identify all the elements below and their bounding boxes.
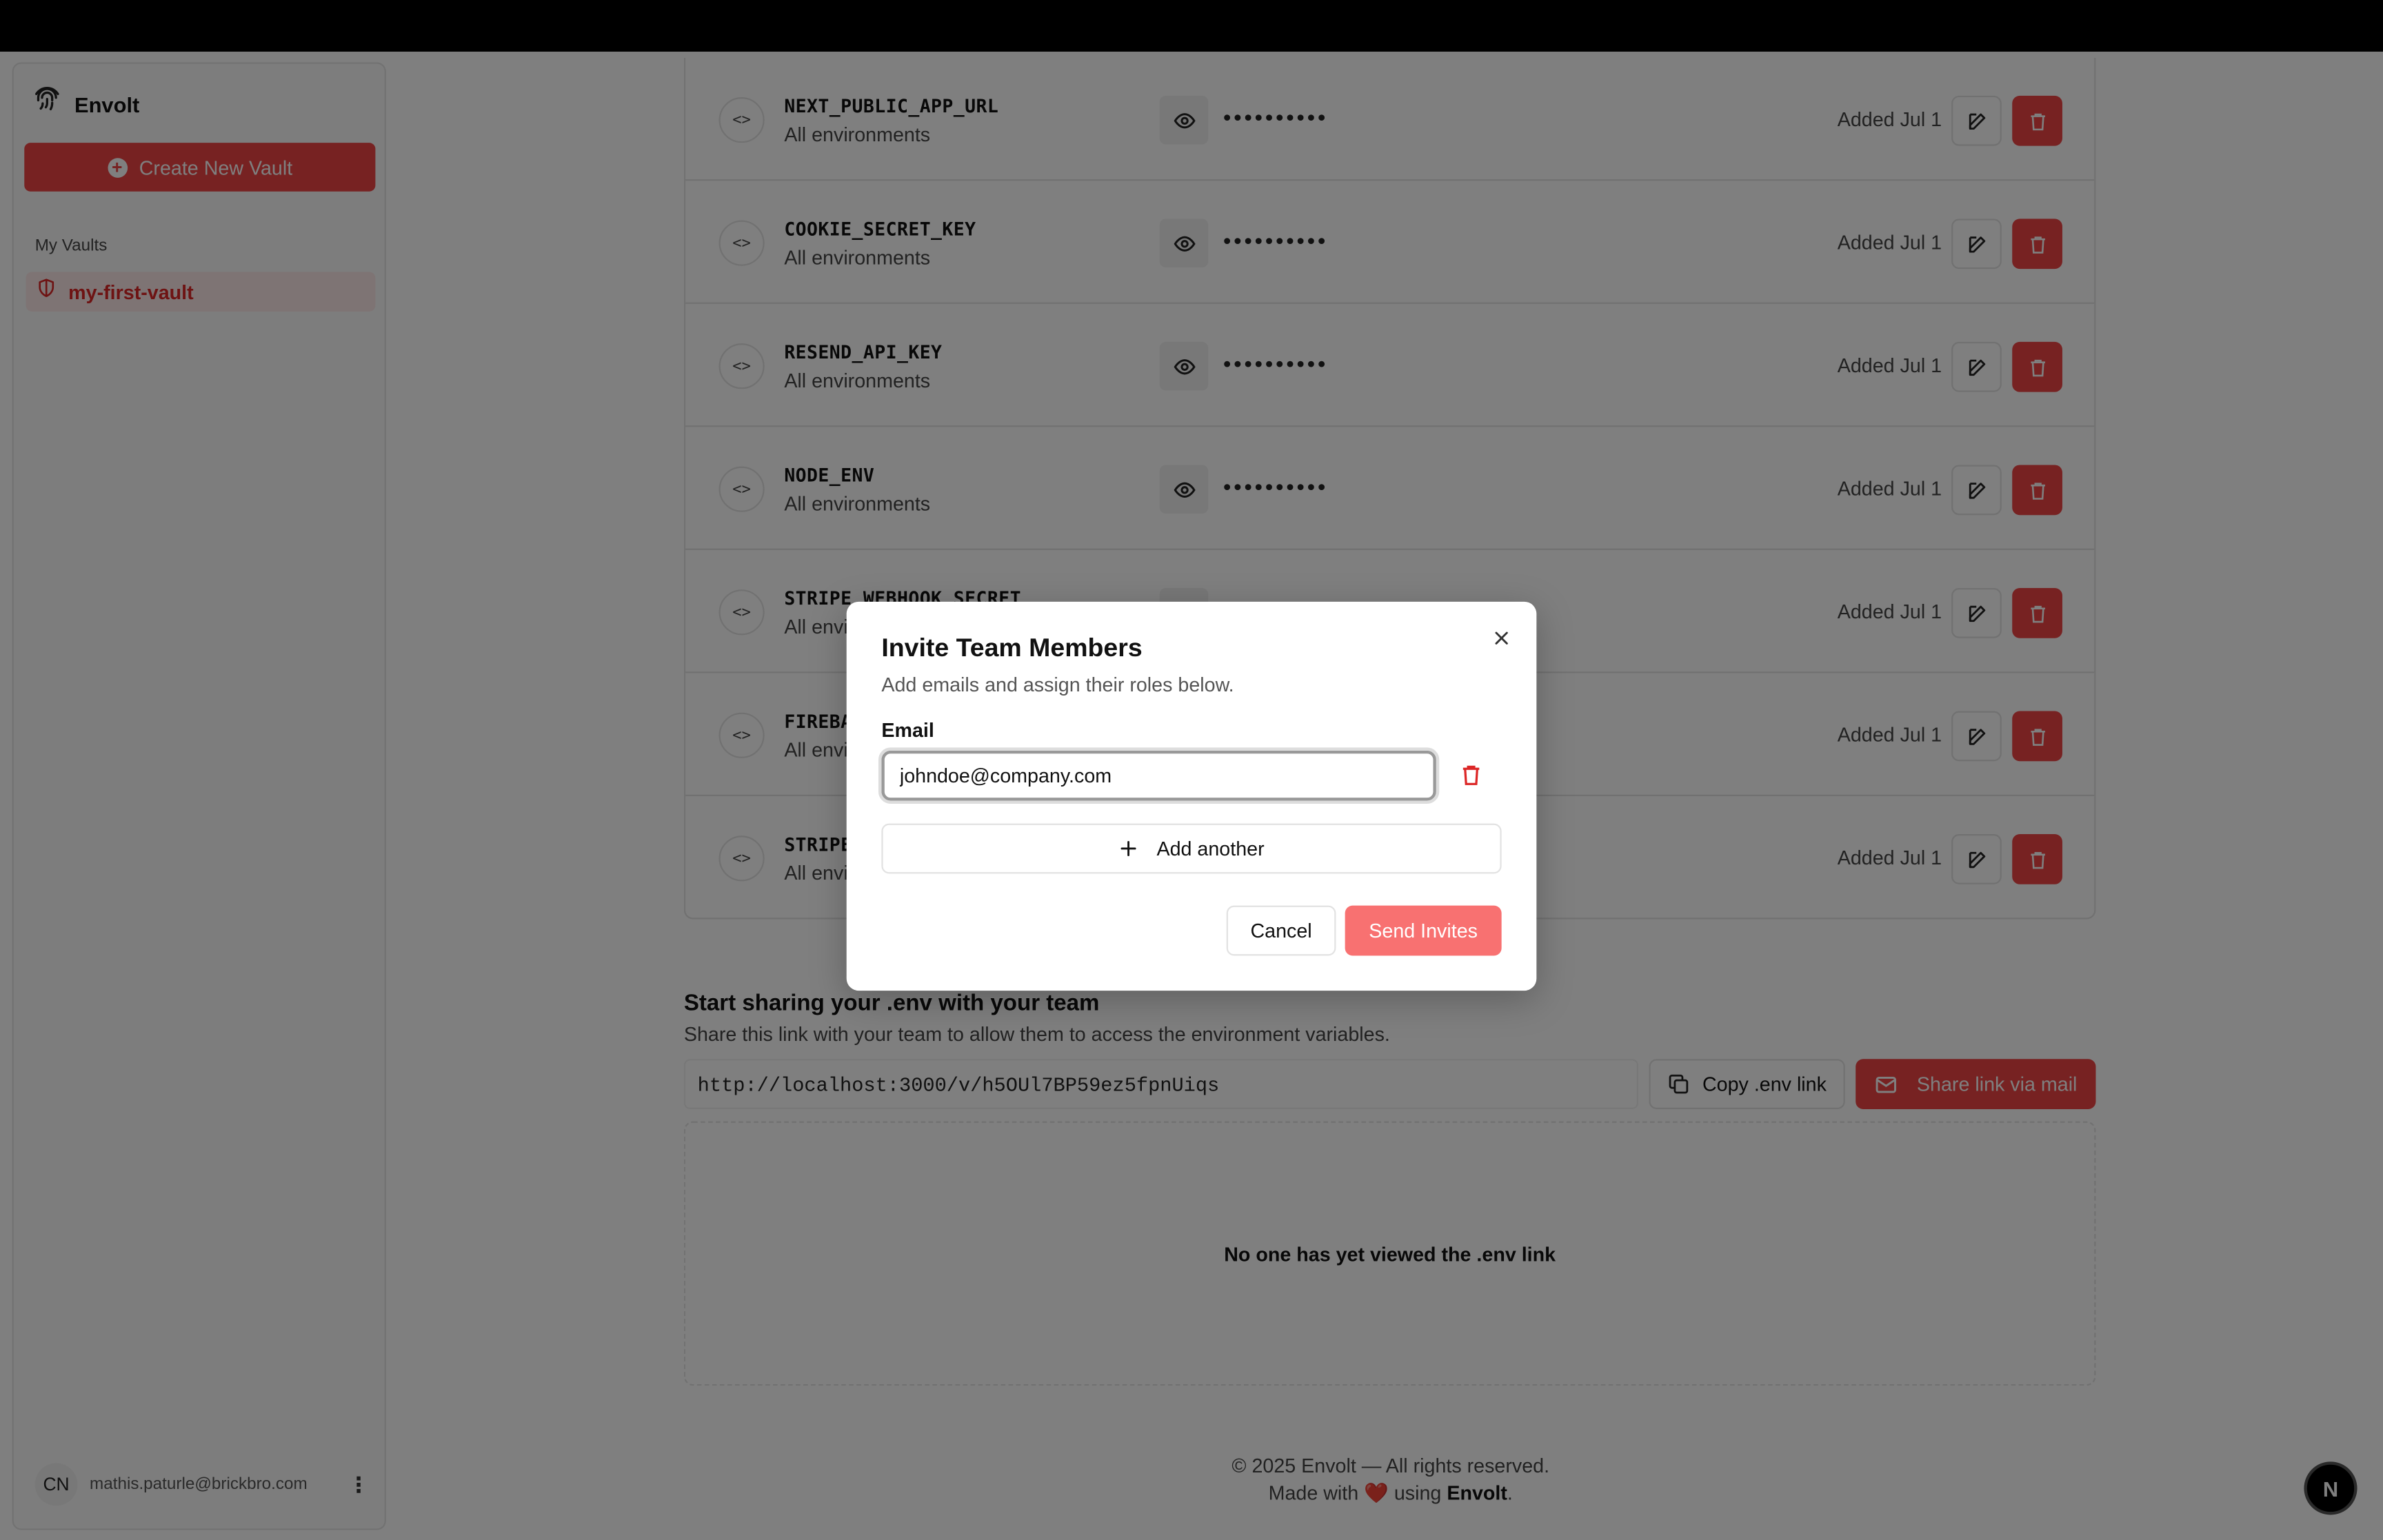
- close-icon[interactable]: [1487, 623, 1517, 654]
- email-label: Email: [881, 718, 934, 742]
- invite-modal: Invite Team Members Add emails and assig…: [846, 601, 1537, 991]
- plus-icon: [1120, 841, 1136, 856]
- modal-description: Add emails and assign their roles below.: [881, 673, 1234, 696]
- add-another-label: Add another: [1156, 837, 1265, 860]
- modal-title: Invite Team Members: [881, 634, 1143, 662]
- email-field[interactable]: [878, 747, 1440, 804]
- top-bar: [0, 0, 2383, 52]
- trash-icon[interactable]: [1459, 762, 1487, 790]
- add-another-button[interactable]: Add another: [881, 823, 1502, 874]
- app-window: Envolt + Create New Vault My Vaults my-f…: [0, 0, 2383, 1540]
- cancel-button[interactable]: Cancel: [1226, 905, 1336, 956]
- send-invites-button[interactable]: Send Invites: [1345, 905, 1502, 956]
